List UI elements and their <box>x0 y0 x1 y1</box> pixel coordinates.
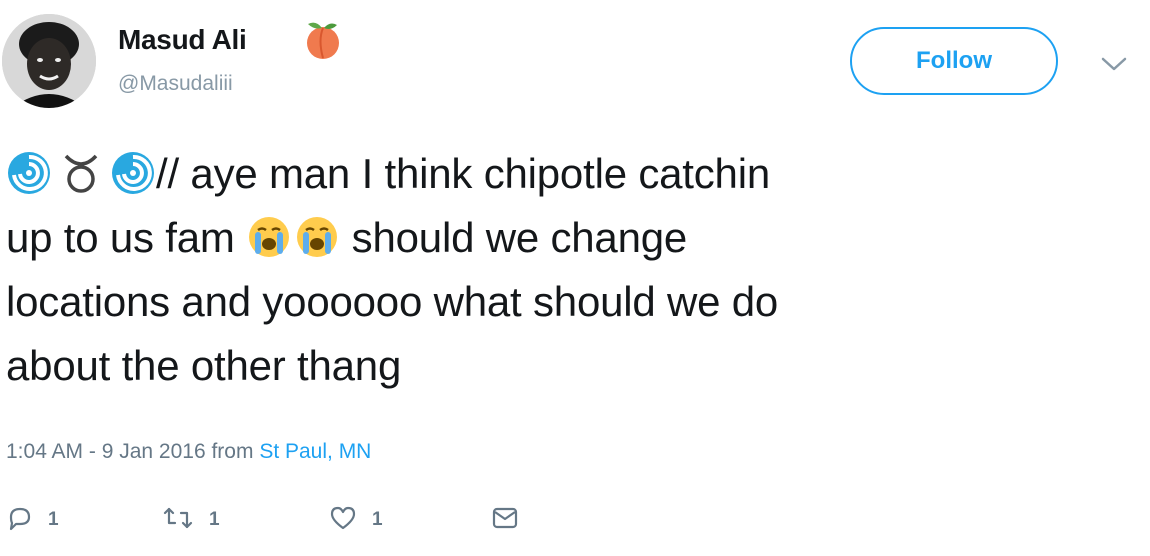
location-link[interactable]: St Paul, MN <box>259 440 371 463</box>
envelope-icon <box>490 505 520 536</box>
avatar[interactable] <box>2 14 96 108</box>
like-count: 1 <box>372 509 383 530</box>
taurus-icon <box>58 150 104 196</box>
follow-button[interactable]: Follow <box>850 27 1058 95</box>
loudly-crying-face-icon <box>246 214 292 260</box>
retweet-count: 1 <box>209 509 220 530</box>
tweet-metadata: 1:04 AM - 9 Jan 2016 from St Paul, MN <box>6 440 371 464</box>
tweet-text-part: locations and yoooooo what should we do <box>6 278 779 325</box>
cyclone-icon <box>6 150 52 196</box>
chevron-down-icon[interactable] <box>1100 56 1128 72</box>
retweet-button[interactable]: 1 <box>161 500 220 540</box>
tweet-text-part: // aye man I think chipotle catchin <box>156 150 770 197</box>
reply-button[interactable]: 1 <box>6 500 59 540</box>
tweet-text-part: up to us fam <box>6 214 247 261</box>
avatar-image <box>2 14 96 108</box>
peach-emoji <box>300 16 346 62</box>
reply-icon <box>6 505 34 536</box>
tweet-text: // aye man I think chipotle catchin up t… <box>6 142 1106 398</box>
loudly-crying-face-icon <box>294 214 340 260</box>
direct-message-button[interactable] <box>490 500 520 540</box>
retweet-icon <box>161 505 195 536</box>
display-name[interactable]: Masud Ali <box>118 24 247 56</box>
timestamp[interactable]: 1:04 AM - 9 Jan 2016 from <box>6 440 259 463</box>
user-handle[interactable]: @Masudaliii <box>118 72 233 96</box>
reply-count: 1 <box>48 509 59 530</box>
cyclone-icon <box>110 150 156 196</box>
tweet-text-part: about the other thang <box>6 342 402 389</box>
like-button[interactable]: 1 <box>328 500 383 540</box>
tweet-text-part: should we change <box>340 214 688 261</box>
heart-icon <box>328 505 358 536</box>
tweet-card: Masud Ali @Masudaliii Follow // aye man … <box>0 0 1150 556</box>
